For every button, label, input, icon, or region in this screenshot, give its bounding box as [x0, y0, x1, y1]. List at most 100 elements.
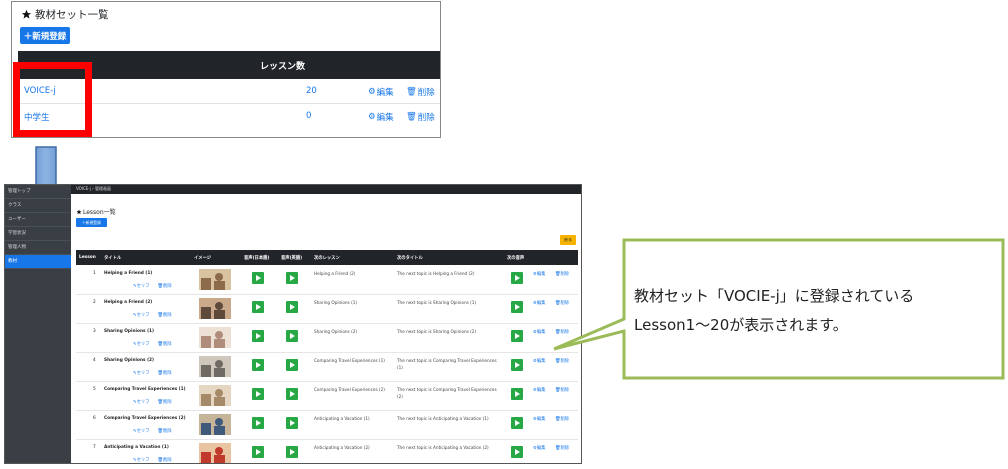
lesson-delete-link[interactable]: 🗑削除: [158, 428, 172, 434]
table-row: 4 Sharing Opinions (2) ✎セリフ 🗑削除 Comparing Tr…: [76, 353, 578, 382]
edit-button[interactable]: ⚙編集: [533, 300, 545, 306]
sidebar-item-admin[interactable]: 管理人物: [5, 241, 71, 255]
delete-button[interactable]: 🗑削除: [406, 86, 435, 98]
play-next-audio-button[interactable]: [511, 417, 523, 429]
edit-label: 編集: [536, 388, 546, 393]
lesson-count-link[interactable]: 0: [306, 111, 311, 121]
play-audio-en-button[interactable]: [286, 446, 298, 458]
serif-label: セリフ: [136, 342, 150, 347]
serif-label: セリフ: [136, 313, 150, 318]
lesson-image: [199, 443, 231, 463]
lesson-delete-link[interactable]: 🗑削除: [158, 341, 172, 347]
serif-link[interactable]: ✎セリフ: [133, 312, 150, 318]
serif-link[interactable]: ✎セリフ: [133, 399, 150, 405]
edit-label: 編集: [536, 446, 546, 451]
play-next-audio-button[interactable]: [511, 272, 523, 284]
play-audio-en-button[interactable]: [286, 272, 298, 284]
serif-link[interactable]: ✎セリフ: [133, 283, 150, 289]
play-audio-en-button[interactable]: [286, 388, 298, 400]
serif-link[interactable]: ✎セリフ: [133, 457, 150, 463]
edit-label: 編集: [376, 113, 394, 123]
lesson-delete-link[interactable]: 🗑削除: [158, 312, 172, 318]
play-audio-ja-button[interactable]: [252, 388, 264, 400]
lesson-delete-link[interactable]: 🗑削除: [158, 457, 172, 463]
next-lesson: Comparing Travel Experiences (2): [314, 387, 385, 392]
sidebar-item-user[interactable]: ユーザー: [5, 213, 71, 227]
play-next-audio-button[interactable]: [511, 359, 523, 371]
play-audio-en-button[interactable]: [286, 330, 298, 342]
delete-button[interactable]: 🗑削除: [555, 416, 569, 422]
panel-title-text: 教材セット一覧: [35, 9, 109, 21]
delete-button[interactable]: 🗑削除: [555, 387, 569, 393]
delete-label: 削除: [162, 313, 172, 318]
sidebar-item-class[interactable]: クラス: [5, 199, 71, 213]
lesson-number: 3: [93, 329, 96, 334]
delete-label: 削除: [162, 342, 172, 347]
play-audio-ja-button[interactable]: [252, 417, 264, 429]
lesson-delete-link[interactable]: 🗑削除: [158, 399, 172, 405]
delete-label: 削除: [162, 458, 172, 463]
lesson-number: 6: [93, 416, 96, 421]
serif-link[interactable]: ✎セリフ: [133, 370, 150, 376]
lesson-links: ✎セリフ 🗑削除: [133, 399, 172, 405]
play-audio-ja-button[interactable]: [252, 446, 264, 458]
serif-label: セリフ: [136, 371, 150, 376]
delete-label: 削除: [417, 88, 435, 98]
sidebar: 管理トップ クラス ユーザー 学習状況 管理人物 教材: [5, 185, 71, 463]
edit-button[interactable]: ⚙編集: [368, 86, 394, 98]
gear-icon: ⚙: [368, 112, 376, 122]
play-next-audio-button[interactable]: [511, 446, 523, 458]
play-audio-ja-button[interactable]: [252, 272, 264, 284]
edit-button[interactable]: ⚙編集: [533, 358, 545, 364]
play-next-audio-button[interactable]: [511, 330, 523, 342]
lesson-number: 7: [93, 445, 96, 450]
edit-button[interactable]: ⚙編集: [533, 387, 545, 393]
lesson-links: ✎セリフ 🗑削除: [133, 341, 172, 347]
edit-button[interactable]: ⚙編集: [368, 111, 394, 123]
page-title: Lesson一覧: [76, 207, 116, 216]
play-audio-ja-button[interactable]: [252, 359, 264, 371]
trash-icon: 🗑: [406, 112, 417, 122]
play-audio-en-button[interactable]: [286, 301, 298, 313]
serif-link[interactable]: ✎セリフ: [133, 341, 150, 347]
lesson-image: [199, 269, 231, 290]
play-audio-en-button[interactable]: [286, 359, 298, 371]
serif-label: セリフ: [136, 458, 150, 463]
delete-label: 削除: [162, 400, 172, 405]
new-lesson-button[interactable]: ＋新規登録: [76, 218, 107, 227]
edit-button[interactable]: ⚙編集: [533, 271, 545, 277]
edit-button[interactable]: ⚙編集: [533, 416, 545, 422]
play-next-audio-button[interactable]: [511, 388, 523, 400]
delete-button[interactable]: 🗑削除: [555, 445, 569, 451]
next-lesson: Comparing Travel Experiences (1): [314, 358, 385, 363]
next-lesson: Anticipating a Vacation (2): [314, 445, 370, 450]
play-audio-ja-button[interactable]: [252, 301, 264, 313]
edit-button[interactable]: ⚙編集: [533, 329, 545, 335]
sidebar-item-progress[interactable]: 学習状況: [5, 227, 71, 241]
sidebar-item-textbook[interactable]: 教材: [5, 255, 71, 269]
header-audio-ja: 音声(日本語): [244, 256, 270, 261]
lesson-delete-link[interactable]: 🗑削除: [158, 370, 172, 376]
next-lesson: Sharing Opinions (1): [314, 300, 358, 305]
next-title: The next topic is Anticipating a Vacatio…: [397, 416, 489, 421]
callout-text: 教材セット「VOCIE-j」に登録されている Lesson1～20が表示されます…: [634, 282, 994, 340]
play-audio-ja-button[interactable]: [252, 330, 264, 342]
serif-link[interactable]: ✎セリフ: [133, 428, 150, 434]
delete-button[interactable]: 🗑削除: [406, 111, 435, 123]
lesson-count-link[interactable]: 20: [306, 86, 317, 96]
lesson-image: [199, 356, 231, 377]
new-register-button[interactable]: ＋新規登録: [20, 27, 70, 44]
lesson-delete-link[interactable]: 🗑削除: [158, 283, 172, 289]
gear-icon: ⚙: [368, 87, 376, 97]
star-icon: [76, 209, 82, 214]
edit-button[interactable]: ⚙編集: [533, 445, 545, 451]
next-title: The next topic is Helping a Friend (2): [397, 271, 475, 276]
play-next-audio-button[interactable]: [511, 301, 523, 313]
header-title: タイトル: [104, 256, 122, 261]
serif-label: セリフ: [136, 284, 150, 289]
sidebar-item-top[interactable]: 管理トップ: [5, 185, 71, 199]
next-title: The next topic is Comparing Travel Exper…: [397, 387, 497, 399]
play-audio-en-button[interactable]: [286, 417, 298, 429]
table-row: 5 Comparing Travel Experiences (1) ✎セリフ 🗑削除…: [76, 382, 578, 411]
lesson-title: Helping a Friend (2): [104, 300, 153, 305]
